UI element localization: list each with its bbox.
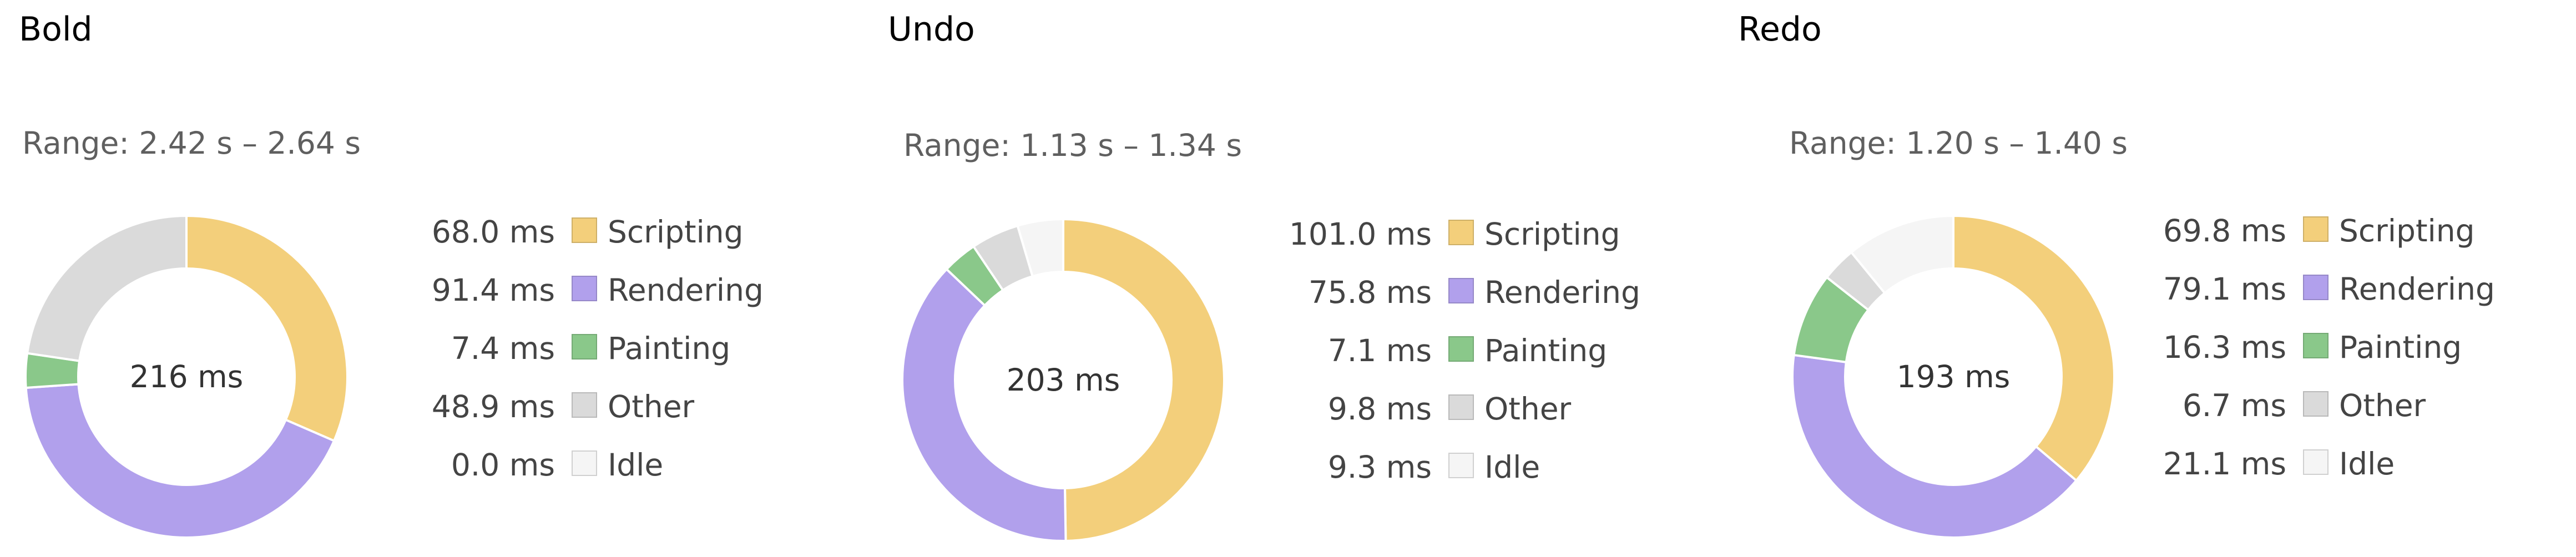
legend-label: Idle — [1484, 449, 1540, 485]
legend-swatch — [2303, 449, 2328, 475]
legend-label: Other — [2339, 388, 2426, 423]
legend-swatch — [1448, 394, 1474, 420]
legend-swatch — [572, 392, 597, 418]
legend-item-scripting: 69.8 ms Scripting — [2120, 209, 2564, 253]
legend-value: 75.8 ms — [1308, 275, 1432, 310]
legend-value: 0.0 ms — [451, 447, 555, 483]
legend: 101.0 ms Scripting 75.8 ms Rendering 7.1 ms P… — [1265, 212, 1709, 500]
legend-value: 7.4 ms — [451, 331, 555, 366]
donut-total-label: 193 ms — [1897, 359, 2011, 394]
legend-item-rendering: 79.1 ms Rendering — [2120, 267, 2564, 311]
donut-chart: 193 ms — [1791, 214, 2115, 539]
legend-item-other: 6.7 ms Other — [2120, 383, 2564, 428]
legend-value: 7.1 ms — [1327, 333, 1432, 368]
breakdown-panel-undo: Undo Range: 1.13 s – 1.34 s 203 ms 101.0… — [866, 0, 1720, 557]
legend-label: Rendering — [608, 272, 764, 308]
legend-swatch — [1448, 278, 1474, 303]
legend-item-other: 9.8 ms Other — [1265, 387, 1709, 431]
legend-item-idle: 9.3 ms Idle — [1265, 445, 1709, 489]
donut-chart: 216 ms — [24, 214, 348, 539]
legend-swatch — [572, 334, 597, 359]
legend-label: Painting — [1484, 333, 1608, 368]
legend-item-other: 48.9 ms Other — [388, 384, 832, 429]
legend-item-painting: 7.1 ms Painting — [1265, 328, 1709, 373]
legend-swatch — [572, 450, 597, 476]
legend-item-rendering: 91.4 ms Rendering — [388, 268, 832, 312]
legend-swatch — [2303, 275, 2328, 300]
legend-swatch — [572, 276, 597, 301]
legend-item-painting: 16.3 ms Painting — [2120, 325, 2564, 369]
legend-item-idle: 0.0 ms Idle — [388, 443, 832, 487]
breakdown-panel-redo: Redo Range: 1.20 s – 1.40 s 193 ms 69.8 … — [1720, 0, 2575, 557]
legend-value: 16.3 ms — [2163, 330, 2286, 365]
legend-swatch — [1448, 220, 1474, 245]
range-label: Range: 1.20 s – 1.40 s — [1789, 125, 2128, 161]
legend-label: Other — [608, 389, 695, 424]
donut-slice-scripting — [185, 214, 348, 443]
panel-title: Redo — [1738, 10, 1822, 49]
legend-value: 91.4 ms — [431, 272, 555, 308]
legend-value: 48.9 ms — [431, 389, 555, 424]
legend-label: Scripting — [2339, 213, 2475, 249]
legend-label: Other — [1484, 391, 1572, 427]
legend-label: Painting — [2339, 330, 2462, 365]
panel-title: Bold — [19, 10, 93, 49]
range-label: Range: 1.13 s – 1.34 s — [903, 128, 1242, 163]
legend-value: 21.1 ms — [2163, 446, 2286, 482]
legend-label: Painting — [608, 331, 731, 366]
donut-slice-scripting — [1952, 214, 2115, 482]
legend: 68.0 ms Scripting 91.4 ms Rendering 7.4 ms Pa… — [388, 210, 832, 498]
legend-label: Rendering — [2339, 271, 2495, 307]
legend-value: 79.1 ms — [2163, 271, 2286, 307]
donut-slice-other — [26, 214, 188, 362]
legend-swatch — [1448, 453, 1474, 478]
legend-swatch — [2303, 216, 2328, 242]
legend-item-scripting: 101.0 ms Scripting — [1265, 212, 1709, 256]
legend: 69.8 ms Scripting 79.1 ms Rendering 16.3 ms P… — [2120, 209, 2564, 497]
legend-value: 9.3 ms — [1327, 449, 1432, 485]
legend-item-rendering: 75.8 ms Rendering — [1265, 270, 1709, 315]
legend-value: 9.8 ms — [1327, 391, 1432, 427]
legend-swatch — [1448, 336, 1474, 362]
legend-item-idle: 21.1 ms Idle — [2120, 442, 2564, 486]
legend-label: Idle — [2339, 446, 2395, 482]
donut-slice-rendering — [901, 267, 1067, 542]
donut-slice-rendering — [24, 383, 336, 539]
legend-swatch — [572, 217, 597, 243]
legend-label: Idle — [608, 447, 664, 483]
legend-swatch — [2303, 333, 2328, 358]
legend-swatch — [2303, 391, 2328, 417]
donut-total-label: 203 ms — [1007, 362, 1120, 398]
legend-value: 101.0 ms — [1289, 216, 1432, 252]
breakdown-panel-bold: Bold Range: 2.42 s – 2.64 s 216 ms 68.0 … — [0, 0, 855, 557]
legend-value: 68.0 ms — [431, 214, 555, 250]
legend-value: 6.7 ms — [2182, 388, 2286, 423]
legend-label: Scripting — [1484, 216, 1620, 252]
range-label: Range: 2.42 s – 2.64 s — [22, 125, 361, 161]
legend-value: 69.8 ms — [2163, 213, 2286, 249]
legend-label: Rendering — [1484, 275, 1640, 310]
panel-title: Undo — [888, 10, 975, 49]
legend-item-scripting: 68.0 ms Scripting — [388, 210, 832, 254]
donut-total-label: 216 ms — [130, 359, 244, 394]
legend-label: Scripting — [608, 214, 744, 250]
donut-chart: 203 ms — [901, 217, 1225, 542]
legend-item-painting: 7.4 ms Painting — [388, 326, 832, 371]
